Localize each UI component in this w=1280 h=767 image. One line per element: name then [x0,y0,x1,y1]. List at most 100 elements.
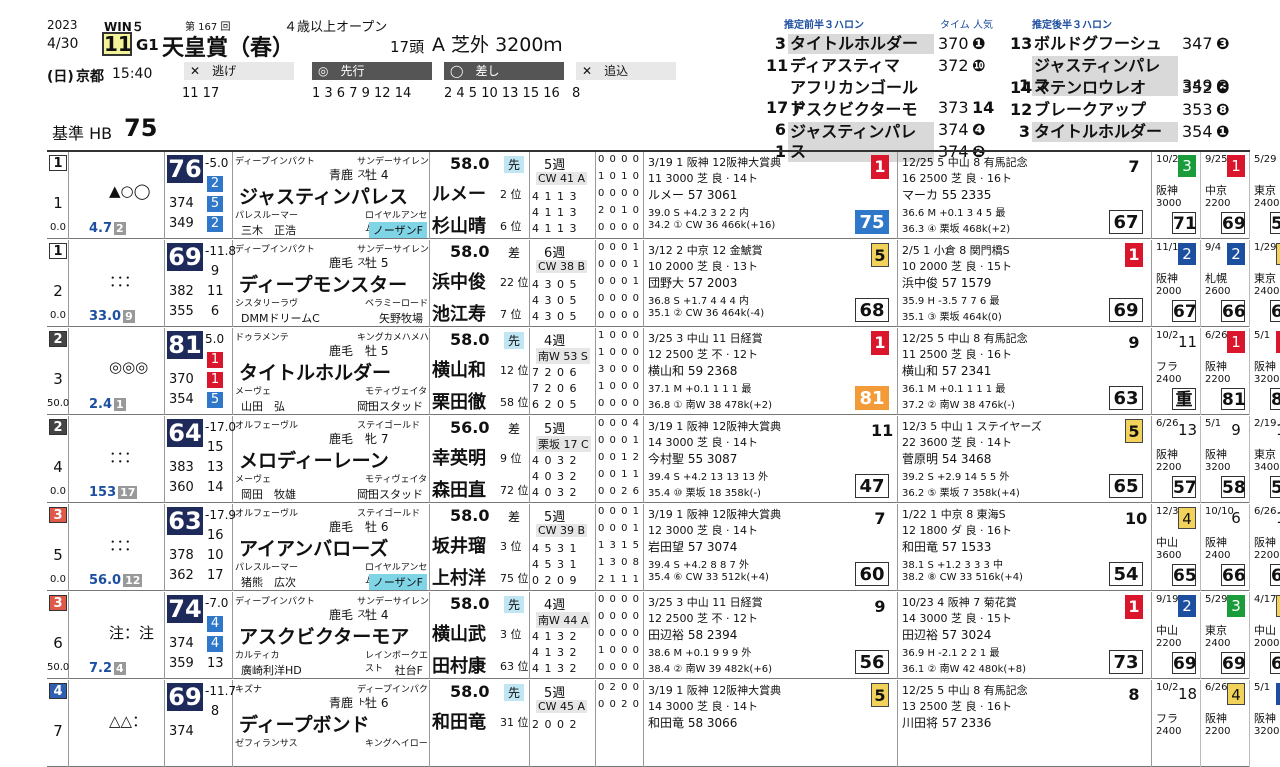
older-race[interactable]: 9/25 1 中京 2200 69 [1201,152,1250,239]
record-line: 0 0 0 1 [598,435,640,446]
style-senko: ◎ 先行 [312,62,432,80]
table-row[interactable]: 3 5 0.0：：： 56.0 12 63 -17.9 16 10 17 378 362 オルフェーヴル… [47,504,1280,591]
older-race[interactable]: 9/4 2 札幌 2600 66 [1201,240,1250,327]
table-row[interactable]: 4 7 △△： 69 -11.7 8 374 キズナ ディープインパクト 青鹿 牡 6 ディープボン… [47,680,1280,767]
past-race[interactable]: 10/23 4 阪神 7 菊花賞 14 3000 芝 良 · 15ト 田辺裕 57 … [898,592,1152,679]
past-race[interactable]: 3/19 1 阪神 12阪神大賞典 14 3000 芝 良 · 14ト 和田竜 58… [644,680,898,767]
older-race[interactable]: 10/2 18 フラ 2400 [1152,680,1201,767]
past-race[interactable]: 3/25 3 中山 11 日経賞 12 2500 芝 不 · 12ト 田辺裕 58 … [644,592,898,679]
older-race[interactable]: 1/295東京2400 65 [1250,240,1280,327]
rank-badge: 11 [207,284,224,299]
table-row[interactable]: 1 1 0.0 ▲○◯ 4.7 2 76 -5.0 2 5 2 374 349 ディープインパクト サンデー… [47,152,1280,239]
split-time: 383 [169,460,194,475]
older-race-finish: 2 [1178,595,1196,617]
horse-info[interactable]: キズナ ディープインパクト 青鹿 牡 6 ディープボンド ゼフィランサス キングヘイロー [233,680,430,767]
older-race-course: 東京 [1205,624,1227,637]
horse-name[interactable]: ディープボンド [239,710,370,737]
jockey-name: 幸英明 [432,448,486,469]
older-race-course: 中山 [1254,624,1276,637]
past-race-l2: 12 2500 芝 不 · 12ト [648,348,758,361]
horse-info[interactable]: オルフェーヴル ステイゴールド 鹿毛 牡 6 アイアンバローズ パレスルーマー ロイヤルア… [233,504,430,591]
horse-info[interactable]: オルフェーヴル ステイゴールド 鹿毛 牝 7 メロディーレーン メーヴェ モティヴェイター… [233,416,430,503]
jockey-name: 坂井瑠 [432,536,486,557]
hb-value: 75 [124,114,158,142]
dam: シスタリーラヴ [235,299,299,309]
past-race[interactable]: 12/25 5 中山 8 有馬記念 16 2500 芝 良 · 16ト マーカ 55… [898,152,1152,239]
training-weeks: 4週 [544,598,566,613]
record-line: 0 0 0 0 [598,662,640,673]
horse-name[interactable]: タイトルホルダー [239,358,391,385]
horse-name[interactable]: メロディーレーン [239,446,389,473]
popularity: 12 [123,574,143,587]
past-race[interactable]: 12/25 5 中山 8 有馬記念 11 2500 芝 良 · 16ト 横山和 57… [898,328,1152,415]
past-race[interactable]: 12/25 5 中山 8 有馬記念 13 2500 芝 良 · 16ト 川田将 57… [898,680,1152,767]
past-race[interactable]: 3/19 1 阪神 12阪神大賞典 14 3000 芝 良 · 14ト 今村聖 55… [644,416,898,503]
older-race[interactable]: 4/175中山2000 65 [1250,592,1280,679]
pred-time: 347 [1182,34,1213,53]
older-race[interactable]: 5/1 9 阪神 3200 58 [1201,416,1250,503]
frame-number: 4 [49,683,67,699]
older-race[interactable]: 6/26 13 阪神 2200 57 [1152,416,1201,503]
horse-info[interactable]: ディープインパクト サンデーサイレンス 鹿毛 牡 5 ディープモンスター シスタリーラヴ… [233,240,430,327]
past-race[interactable]: 2/5 1 小倉 8 関門橋S 10 2000 芝 良 · 15ト 浜中俊 57 1… [898,240,1152,327]
horse-name[interactable]: ディープモンスター [239,270,407,297]
older-race[interactable]: 12/3 4 中山 3600 65 [1152,504,1201,591]
older-race-distance: 2000 [1254,638,1280,649]
horse-name[interactable]: ジャスティンパレス [239,182,408,209]
past-race[interactable]: 12/3 5 中山 1 ステイヤーズ 22 3600 芝 良 · 14ト 菅原明 5… [898,416,1152,503]
older-race[interactable]: 10/23 3 阪神 3000 71 [1152,152,1201,239]
sire: ディープインパクト [235,597,315,607]
older-race[interactable]: 5/299東京2400 59 [1250,152,1280,239]
race-figure: 75 [855,210,889,234]
record-line: 0 0 0 0 [598,222,640,233]
training-weeks: 5週 [544,422,566,437]
prediction-marks: ：：： 56.0 12 [69,504,165,591]
past-race[interactable]: 3/19 1 阪神 12阪神大賞典 12 3000 芝 良 · 14ト 岩田望 57… [644,504,898,591]
odds-value: 2.4 [89,397,113,412]
past-race[interactable]: 3/12 2 中京 12 金鯱賞 10 2000 芝 良 · 13ト 団野大 57 … [644,240,898,327]
race-figure: 60 [855,562,889,586]
table-row[interactable]: 1 2 0.0：：： 33.0 9 69 -11.8 9 11 6 382 355 ディープインパクトサ… [47,240,1280,327]
older-race[interactable]: 11/19 2 阪神 2000 67 [1152,240,1201,327]
pred-time: 370 [938,34,969,53]
race-header: 2023 4/30 WIN５ 第 167 回 11 G1 天皇賞（春） ４歳以上… [0,0,1280,162]
jockey-rank: 12 位 [500,364,529,377]
table-row[interactable]: 2 3 50.0 ◎◎◎ 2.4 1 81 5.0 1 1 5 370 354 ドゥラメンテ キングカメハメ… [47,328,1280,415]
older-race[interactable]: 9/19 2 中山 2200 69 [1152,592,1201,679]
frame-cell: 47 [47,680,69,767]
older-race[interactable]: 6/26 4 阪神 2200 [1201,680,1250,767]
speed-index: 64 -17.0 15 13 14 383 360 [165,416,236,503]
table-row[interactable]: 3 6 50.0 注：注 7.2 4 74 -7.0 4 4 13 374 359 ディープインパクト サン… [47,592,1280,679]
older-race[interactable]: 2/1913東京3400 58 [1250,416,1280,503]
pred-time-label: タイム 人気 [940,20,993,31]
older-race[interactable]: 10/10 6 阪神 2400 66 [1201,504,1250,591]
dam-sire: ベラミーロード [365,299,429,309]
older-race[interactable]: 5/1 2阪神3200 [1250,680,1280,767]
older-race-distance: 2200 [1156,462,1182,473]
rank-badge: 8 [210,704,220,719]
table-row[interactable]: 2 4 0.0：：： 153 17 64 -17.0 15 13 14 383 360 オルフェーヴルス… [47,416,1280,503]
horse-name[interactable]: アスクビクターモア [239,622,409,649]
training-record: 4 5 3 1 [532,558,578,571]
training-weeks: 5週 [544,686,566,701]
older-race[interactable]: 6/26 1 阪神 2200 81 [1201,328,1250,415]
rank-badge: 13 [207,656,224,671]
horse-info[interactable]: ドゥラメンテ キングカメハメハ 鹿毛 牡 5 タイトルホルダー メーヴェ モティヴェイター… [233,328,430,415]
rank-badge: 5 [207,196,223,212]
older-race[interactable]: 6/2615阪神2200 65 [1250,504,1280,591]
older-race[interactable]: 5/1 1阪神3200 81 [1250,328,1280,415]
horse-name[interactable]: アイアンバローズ [239,534,388,561]
horse-number: 1 [53,194,63,212]
older-race[interactable]: 5/29 3 東京 2400 69 [1201,592,1250,679]
past-race-l4: 36.1 M +0.1 1 1 1 最 [902,384,1006,395]
past-race[interactable]: 3/19 1 阪神 12阪神大賞典 11 3000 芝 良 · 14ト ルメー 57… [644,152,898,239]
past-race[interactable]: 3/25 3 中山 11 日経賞 12 2500 芝 不 · 12ト 横山和 59 … [644,328,898,415]
older-race-finish: 4 [1227,683,1245,705]
past-race[interactable]: 1/22 1 中京 8 東海S 12 1800 ダ 良 · 16ト 和田竜 57 1… [898,504,1152,591]
odds-value: 7.2 [89,661,113,676]
older-race[interactable]: 10/2 11 フラ 2400 重 [1152,328,1201,415]
finish-position: 10 [1125,509,1148,528]
horse-info[interactable]: ディープインパクト サンデーサイレンス 青鹿 牡 4 ジャスティンパレス パレスルーマー… [233,152,430,239]
record-line: 0 0 0 1 [598,242,640,253]
horse-info[interactable]: ディープインパクト サンデーサイレンス 鹿毛 牡 4 アスクビクターモア カルティカ レイ… [233,592,430,679]
